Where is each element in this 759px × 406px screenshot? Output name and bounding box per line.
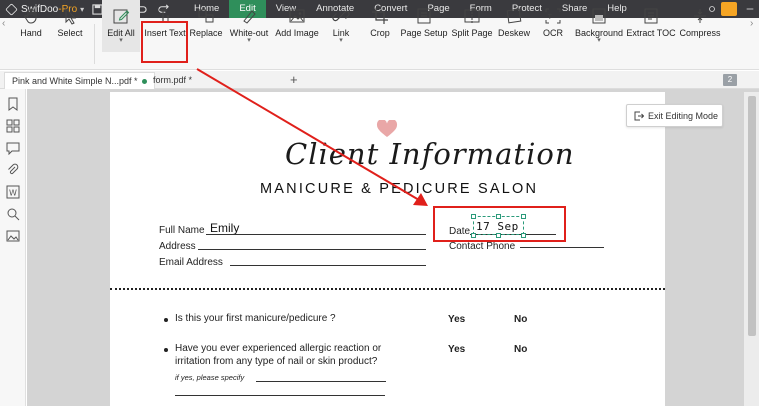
chevron-down-icon: ▾ <box>597 37 601 44</box>
question-1-yes[interactable]: Yes <box>448 314 465 325</box>
document-tabs: Pink and White Simple N...pdf * form.pdf… <box>0 71 759 89</box>
contact-phone-underline <box>520 247 604 248</box>
page-count-badge: 2 <box>723 74 737 86</box>
cart-icon[interactable] <box>721 2 737 16</box>
select-button[interactable]: Select <box>54 0 86 52</box>
chevron-down-icon: ▾ <box>119 37 123 44</box>
tab-form[interactable]: form.pdf * <box>146 72 199 89</box>
tab-label: form.pdf * <box>153 75 193 85</box>
chevron-down-icon: ▾ <box>247 37 251 44</box>
bullet-icon <box>164 348 168 352</box>
extract-toc-button[interactable]: Extract TOC <box>626 0 676 52</box>
page-setup-label: Page Setup <box>400 28 448 38</box>
new-tab-icon[interactable]: + <box>290 71 298 89</box>
document-subtitle: MANICURE & PEDICURE SALON <box>260 181 539 197</box>
deskew-label: Deskew <box>497 28 530 38</box>
white-out-icon <box>243 10 256 24</box>
exit-icon <box>634 111 644 120</box>
background-button[interactable]: Background ▾ <box>574 0 624 52</box>
specify-underline-2 <box>175 395 385 396</box>
hand-icon <box>24 8 37 24</box>
question-2-note: if yes, please specify <box>175 373 245 382</box>
extract-toc-icon <box>644 8 658 24</box>
edit-all-icon <box>113 9 130 24</box>
question-1-text: Is this your first manicure/pedicure ? <box>175 313 336 324</box>
ribbon-divider <box>94 24 95 64</box>
deskew-button[interactable]: Deskew <box>497 0 531 52</box>
svg-text:W: W <box>9 189 17 198</box>
date-field-highlight <box>433 206 566 242</box>
contact-phone-label: Contact Phone <box>449 241 516 252</box>
image-icon[interactable] <box>6 229 20 243</box>
heart-icon <box>376 120 398 137</box>
full-name-underline <box>206 234 426 235</box>
background-icon <box>592 8 606 24</box>
left-sidebar: W <box>0 89 26 406</box>
white-out-button[interactable]: White-out ▾ <box>228 0 270 52</box>
insert-text-highlight <box>141 21 188 63</box>
extract-toc-label: Extract TOC <box>626 28 676 38</box>
replace-button[interactable]: Replace <box>189 0 223 52</box>
page-setup-icon <box>417 8 431 24</box>
link-icon <box>332 10 350 22</box>
crop-label: Crop <box>370 28 390 38</box>
full-name-value[interactable]: Emily <box>210 221 239 235</box>
comment-icon[interactable] <box>6 141 20 156</box>
document-title: Client Information <box>285 137 575 171</box>
split-page-icon <box>464 9 480 23</box>
search-icon[interactable] <box>6 207 20 221</box>
email-address-label: Email Address <box>159 257 223 268</box>
bookmark-icon[interactable] <box>6 97 20 111</box>
tab-label: Pink and White Simple N...pdf * <box>12 76 138 86</box>
cursor-icon <box>65 7 77 25</box>
address-label: Address <box>159 241 196 252</box>
ocr-icon: T <box>545 8 561 24</box>
tab-pink-and-white[interactable]: Pink and White Simple N...pdf * <box>4 72 155 89</box>
attachment-icon[interactable] <box>6 163 20 177</box>
address-underline <box>198 249 426 250</box>
scroll-left-icon[interactable]: ‹ <box>2 18 5 29</box>
question-2-text-line2: irritation from any type of nail or skin… <box>175 356 378 367</box>
question-2-no[interactable]: No <box>514 344 527 355</box>
image-icon <box>289 9 305 23</box>
add-image-label: Add Image <box>275 28 319 38</box>
bullet-icon <box>164 318 168 322</box>
section-divider <box>110 288 665 290</box>
question-1-no[interactable]: No <box>514 314 527 325</box>
ocr-label: OCR <box>543 28 563 38</box>
specify-underline <box>256 381 386 382</box>
crop-icon <box>372 8 388 24</box>
hand-label: Hand <box>20 28 42 38</box>
replace-icon <box>198 9 214 23</box>
hand-button[interactable]: Hand <box>14 0 48 52</box>
svg-text:T: T <box>547 14 552 21</box>
ocr-button[interactable]: T OCR <box>539 0 567 52</box>
add-image-button[interactable]: Add Image <box>274 0 320 52</box>
chevron-down-icon: ▾ <box>339 37 343 44</box>
exit-editing-mode-label: Exit Editing Mode <box>648 110 719 121</box>
question-2-text-line1: Have you ever experienced allergic react… <box>175 343 382 354</box>
word-icon[interactable]: W <box>6 185 20 199</box>
edit-all-button[interactable]: Edit All ▾ <box>102 0 140 52</box>
page-setup-button[interactable]: Page Setup <box>400 0 448 52</box>
scrollbar-thumb[interactable] <box>748 96 756 336</box>
crop-button[interactable]: Crop <box>366 0 394 52</box>
exit-editing-mode-button[interactable]: Exit Editing Mode <box>626 104 723 127</box>
full-name-label: Full Name <box>159 225 205 236</box>
compress-button[interactable]: Compress <box>679 0 721 52</box>
scroll-right-icon[interactable]: › <box>750 18 753 29</box>
email-underline <box>230 265 426 266</box>
thumbnails-icon[interactable] <box>6 119 20 133</box>
split-page-label: Split Page <box>451 28 493 38</box>
compress-label: Compress <box>679 28 721 38</box>
split-page-button[interactable]: Split Page <box>451 0 493 52</box>
compress-icon <box>694 9 706 23</box>
deskew-icon <box>506 8 522 24</box>
select-label: Select <box>57 28 83 38</box>
link-button[interactable]: Link ▾ <box>328 0 354 52</box>
question-2-yes[interactable]: Yes <box>448 344 465 355</box>
replace-label: Replace <box>189 28 223 38</box>
minimize-icon[interactable] <box>741 0 759 18</box>
